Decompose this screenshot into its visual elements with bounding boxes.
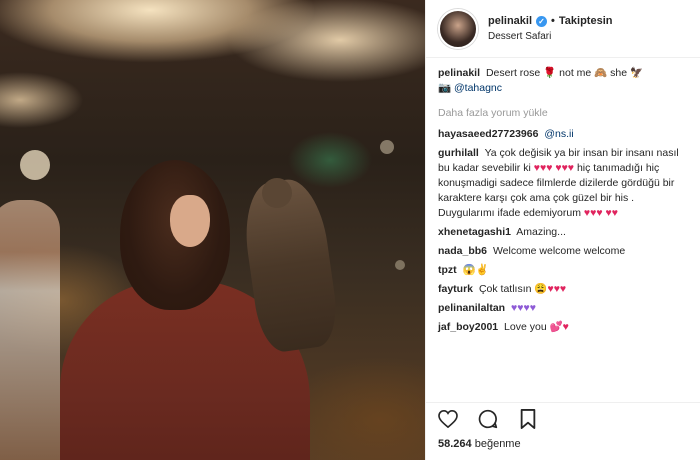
comment: nada_bb6 Welcome welcome welcome — [438, 244, 688, 259]
caption-text-1: Desert rose — [485, 67, 541, 79]
heart-emoji-icon: 💕♥ — [549, 321, 569, 333]
follow-status[interactable]: Takiptesin — [559, 15, 613, 27]
comment-username[interactable]: tpzt — [438, 264, 457, 276]
location-link[interactable]: Dessert Safari — [488, 31, 612, 42]
action-bar — [426, 402, 700, 434]
heart-emoji-icon: ♥♥♥ ♥♥♥ — [533, 162, 575, 174]
woman-face — [170, 195, 210, 247]
header-line: pelinakil ✓ • Takiptesin — [488, 15, 612, 27]
heart-emoji-icon: ♥♥♥ ♥♥ — [583, 207, 618, 219]
caption-text-3: she — [610, 67, 628, 79]
comment-text: Amazing... — [516, 226, 566, 238]
bookmark-icon[interactable] — [516, 407, 540, 431]
caption: pelinakil Desert rose 🌹 not me 🙈 she 🦅 📷… — [438, 66, 688, 96]
comment-username[interactable]: nada_bb6 — [438, 245, 487, 257]
header-separator: • — [551, 15, 555, 27]
likes-count[interactable]: 58.264 beğenme — [438, 438, 521, 450]
instagram-post: pelinakil ✓ • Takiptesin Dessert Safari … — [0, 0, 700, 460]
header-username[interactable]: pelinakil — [488, 15, 532, 27]
comment-username[interactable]: gurhilall — [438, 147, 479, 159]
avatar[interactable] — [438, 8, 478, 49]
caption-username[interactable]: pelinakil — [438, 67, 480, 79]
bird-emoji-icon: 🦅 — [630, 67, 644, 79]
comment: hayasaeed27723966 @ns.ii — [438, 127, 688, 142]
comment: pelinanilaltan ♥♥♥♥ — [438, 301, 688, 316]
background-person — [0, 200, 60, 460]
comment-text: Love you — [504, 321, 547, 333]
comment-username[interactable]: fayturk — [438, 283, 473, 295]
verified-icon: ✓ — [536, 15, 548, 27]
heart-emoji-icon: 😩♥♥♥ — [534, 283, 567, 295]
comment-username[interactable]: hayasaeed27723966 — [438, 128, 538, 140]
string-lights — [0, 0, 425, 140]
comment-icon[interactable] — [476, 407, 500, 431]
comment-text: Welcome welcome welcome — [492, 245, 626, 257]
purple-heart-emoji-icon: ♥♥♥♥ — [511, 302, 536, 314]
caption-text-2: not me — [559, 67, 592, 79]
comment-text: Çok tatlısın — [478, 283, 532, 295]
comment: tpzt 😱✌ — [438, 263, 688, 278]
camera-emoji-icon: 📷 — [438, 82, 452, 94]
comment-text[interactable]: @ns.ii — [544, 128, 573, 140]
comment: jaf_boy2001 Love you 💕♥ — [438, 320, 688, 335]
rose-emoji-icon: 🌹 — [543, 67, 557, 79]
comment: fayturk Çok tatlısın 😩♥♥♥ — [438, 282, 688, 297]
see-no-evil-monkey-emoji-icon: 🙈 — [594, 67, 608, 79]
comment: gurhilall Ya çok değisik ya bir insan bi… — [438, 146, 688, 221]
likes-number: 58.264 — [438, 438, 472, 450]
comment-username[interactable]: jaf_boy2001 — [438, 321, 498, 333]
load-more-comments-link[interactable]: Daha fazla yorum yükle — [438, 106, 688, 121]
likes-label: beğenme — [474, 438, 521, 450]
comment-username[interactable]: pelinanilaltan — [438, 302, 505, 314]
comment-username[interactable]: xhenetagashi1 — [438, 226, 511, 238]
photo-credit-mention[interactable]: @tahagnc — [454, 82, 502, 94]
bokeh-light — [395, 260, 405, 270]
bokeh-light — [20, 150, 50, 180]
comment: xhenetagashi1 Amazing... — [438, 225, 688, 240]
falcon-head — [262, 178, 292, 208]
bokeh-light — [380, 140, 394, 154]
comments-section: pelinakil Desert rose 🌹 not me 🙈 she 🦅 📷… — [426, 58, 700, 335]
header-text: pelinakil ✓ • Takiptesin Dessert Safari — [488, 15, 612, 42]
heart-icon[interactable] — [436, 407, 460, 431]
post-photo[interactable] — [0, 0, 425, 460]
post-header: pelinakil ✓ • Takiptesin Dessert Safari — [426, 0, 700, 58]
post-sidebar: pelinakil ✓ • Takiptesin Dessert Safari … — [425, 0, 700, 460]
emoji-face-icon: 😱✌ — [462, 264, 489, 276]
